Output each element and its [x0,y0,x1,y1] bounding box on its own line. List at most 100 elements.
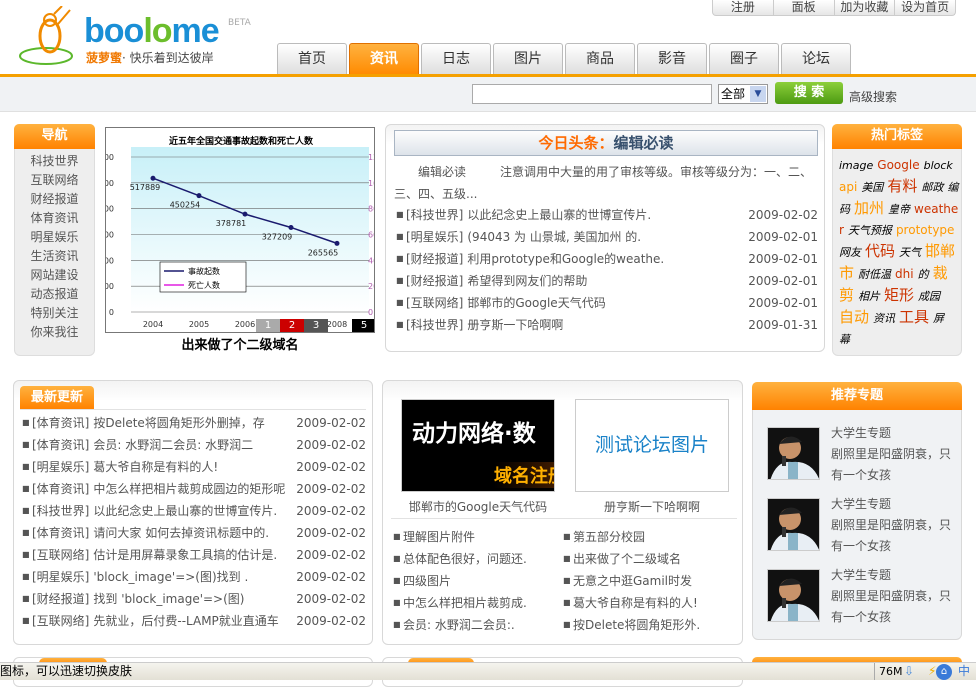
list-item[interactable]: ■ [互联网络] 邯郸市的Google天气代码 2009-02-01 [396,292,818,314]
list-item[interactable]: ■ [财经报道] 希望得到网友们的帮助 2009-02-01 [396,270,818,292]
tag-link[interactable]: 工具 [899,308,929,326]
person-photo[interactable] [767,498,820,551]
picture-caption[interactable]: 邯郸市的Google天气代码 [391,498,565,515]
item-title[interactable]: [体育资讯] 按Delete将圆角矩形外删掉，存 [32,412,296,434]
item-title[interactable]: [体育资讯] 请问大家 如何去掉资讯标题中的. [32,522,296,544]
list-item[interactable]: ■ [体育资讯] 请问大家 如何去掉资讯标题中的. 2009-02-02 [22,522,366,544]
recommend-title[interactable]: 大学生专题 [831,494,957,515]
list-item[interactable]: ■ [科技世界] 册亨斯一下哈啊啊 2009-01-31 [396,314,818,336]
item-title[interactable]: 按Delete将圆角矩形外. [573,614,733,636]
tag-link[interactable]: 相片 [858,290,880,303]
item-title[interactable]: [明星娱乐] 葛大爷自称是有料的人! [32,456,296,478]
tag-link[interactable]: 天气 [899,246,921,259]
item-category[interactable]: [互联网络] [406,296,463,310]
item-title[interactable]: [明星娱乐]'block_image'=>(图)找到 . [32,566,296,588]
tag-link[interactable]: block [924,159,953,172]
item-title[interactable]: [互联网络] 邯郸市的Google天气代码 [406,292,748,314]
tag-link[interactable]: 加州 [854,199,884,217]
item-title[interactable]: [科技世界] 以此纪念史上最山寨的世博宣传片. [32,500,296,522]
person-photo[interactable] [767,427,820,480]
picture-thumb[interactable]: 测试论坛图片 [575,399,729,492]
item-category[interactable]: [体育资讯] [32,438,89,452]
picture-caption[interactable]: 册亨斯一下哈啊啊 [565,498,739,515]
tag-link[interactable]: prototype [896,223,954,237]
home-icon[interactable]: ⌂ [936,664,952,680]
tag-link[interactable]: 自动 [839,308,869,326]
item-title[interactable]: 会员: 水野润二会员:. [403,614,553,636]
nav-item[interactable]: 网站建设 [15,266,94,285]
item-category[interactable]: [财经报道] [32,592,89,606]
list-item[interactable]: ■ [明星娱乐] 葛大爷自称是有料的人! 2009-02-02 [22,456,366,478]
list-item[interactable]: ■ [科技世界] 以此纪念史上最山寨的世博宣传片. 2009-02-02 [22,500,366,522]
list-item[interactable]: ■ 按Delete将圆角矩形外. [563,614,733,636]
tag-link[interactable]: image [839,159,873,172]
tag-link[interactable]: 代码 [865,242,895,260]
tag-link[interactable]: api [839,180,857,194]
list-item[interactable]: ■ [财经报道] 利用prototype和Google的weathe. 2009-02… [396,248,818,270]
nav-item[interactable]: 科技世界 [15,152,94,171]
tab-2[interactable]: 日志 [421,43,491,75]
item-title[interactable]: [财经报道] 希望得到网友们的帮助 [406,270,748,292]
item-title[interactable]: 葛大爷自称是有料的人! [573,592,733,614]
item-title[interactable]: 出来做了个二级域名 [573,548,733,570]
list-item[interactable]: ■ 总体配色很好，问题还. [393,548,553,570]
headline-intro[interactable]: 编辑必读 注意调用中大量的用了审核等级。审核等级分为：一、二、三、四、五级... [394,161,818,205]
item-title[interactable]: [财经报道] 利用prototype和Google的weathe. [406,248,748,270]
nav-item[interactable]: 互联网络 [15,171,94,190]
item-category[interactable]: [科技世界] [32,504,89,518]
list-item[interactable]: ■ 理解图片附件 [393,526,553,548]
ime-indicator[interactable]: 中 [958,663,970,680]
item-title[interactable]: [财经报道] 找到 'block_image'=>(图) [32,588,296,610]
item-title[interactable]: 总体配色很好，问题还. [403,548,553,570]
tag-link[interactable]: Google [877,158,919,172]
nav-item[interactable]: 明星娱乐 [15,228,94,247]
list-item[interactable]: ■ [体育资讯] 按Delete将圆角矩形外删掉，存 2009-02-02 [22,412,366,434]
search-scope-select[interactable]: 全部 ▼ [718,84,768,104]
list-item[interactable]: ■ 会员: 水野润二会员:. [393,614,553,636]
slideshow[interactable]: 近五年全国交通事故起数和死亡人数 0 0 100000 20 200000 40 300000… [105,127,375,333]
list-item[interactable]: ■ [体育资讯] 中怎么样把相片裁剪成圆边的矩形呢 2009-02-02 [22,478,366,500]
tab-4[interactable]: 商品 [565,43,635,75]
slideshow-caption[interactable]: 出来做了个二级域名 [105,334,375,353]
item-title[interactable]: [科技世界] 册亨斯一下哈啊啊 [406,314,748,336]
slide-button-2[interactable]: 2 [280,319,304,332]
tab-1[interactable]: 资讯 [349,43,419,75]
list-item[interactable]: ■ 无意之中逛Gamil时发 [563,570,733,592]
tag-link[interactable]: 有料 [887,177,917,195]
tab-5[interactable]: 影音 [637,43,707,75]
tab-0[interactable]: 首页 [277,43,347,75]
item-category[interactable]: [明星娱乐] [406,230,463,244]
nav-item[interactable]: 你来我往 [15,323,94,342]
person-photo[interactable] [767,569,820,622]
search-input[interactable] [472,84,712,104]
tag-link[interactable]: 耐低温 [858,268,891,281]
set-homepage-link[interactable]: 设为首页 [894,0,955,15]
advanced-search-link[interactable]: 高级搜索 [849,88,897,105]
nav-item[interactable]: 动态报道 [15,285,94,304]
tag-link[interactable]: 天气预报 [848,224,892,237]
register-link[interactable]: 注册 [713,0,773,15]
tab-3[interactable]: 图片 [493,43,563,75]
tag-link[interactable]: 矩形 [884,286,914,304]
tag-link[interactable]: 皇帝 [888,203,910,216]
tag-link[interactable]: 成园 [918,290,940,303]
picture-thumb[interactable]: 动力网络·数 域名注册 [401,399,555,492]
item-category[interactable]: [科技世界] [406,318,463,332]
tag-link[interactable]: 网友 [839,246,861,259]
nav-item[interactable]: 体育资讯 [15,209,94,228]
item-category[interactable]: [明星娱乐] [32,460,89,474]
list-item[interactable]: ■ [科技世界] 以此纪念史上最山寨的世博宣传片. 2009-02-02 [396,204,818,226]
item-title[interactable]: 第五部分校园 [573,526,733,548]
slide-button-1[interactable]: 1 [256,319,280,332]
item-title[interactable]: 四级图片 [403,570,553,592]
item-title[interactable]: [体育资讯] 会员: 水野润二会员: 水野润二 [32,434,296,456]
download-icon[interactable]: ⇩ [904,663,914,680]
item-title[interactable]: 无意之中逛Gamil时发 [573,570,733,592]
list-item[interactable]: ■ 葛大爷自称是有料的人! [563,592,733,614]
search-button[interactable]: 搜 索 [775,82,843,104]
recommend-title[interactable]: 大学生专题 [831,423,957,444]
list-item[interactable]: ■ [明星娱乐]'block_image'=>(图)找到 . 2009-02-02 [22,566,366,588]
item-category[interactable]: [互联网络] [32,614,89,628]
nav-item[interactable]: 特别关注 [15,304,94,323]
tag-link[interactable]: dhi [895,267,914,281]
